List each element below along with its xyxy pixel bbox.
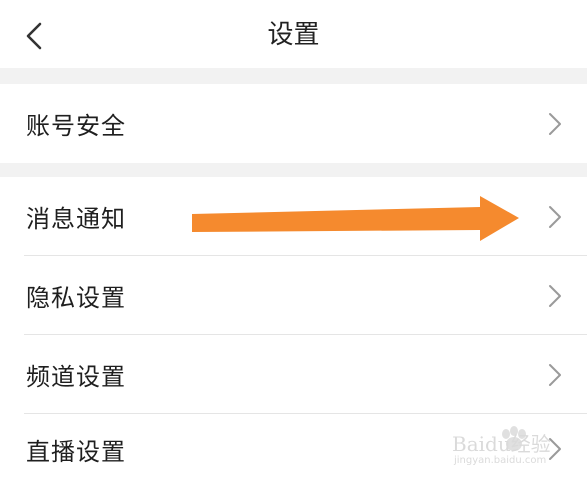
chevron-right-icon [549, 284, 561, 307]
chevron-right-icon [549, 363, 561, 386]
page-title: 设置 [267, 20, 320, 50]
settings-item-live[interactable]: 直播设置 [0, 414, 587, 484]
section-gap [0, 68, 587, 84]
chevron-right-icon [549, 438, 561, 460]
settings-item-label: 账号安全 [26, 112, 126, 140]
settings-item-label: 隐私设置 [26, 284, 126, 312]
section-gap [0, 163, 587, 177]
settings-item-label: 消息通知 [26, 205, 126, 233]
chevron-right-icon [549, 205, 561, 228]
settings-item-notifications[interactable]: 消息通知 [0, 177, 587, 256]
settings-item-privacy[interactable]: 隐私设置 [0, 256, 587, 335]
nav-header: 设置 [0, 0, 587, 68]
settings-item-label: 直播设置 [26, 437, 126, 466]
chevron-right-icon [549, 112, 561, 135]
settings-screen: 设置 账号安全 消息通知 隐私设置 频道设置 直播设置 Baidu经验 jing… [0, 0, 587, 484]
settings-item-account-security[interactable]: 账号安全 [0, 84, 587, 163]
settings-item-channel[interactable]: 频道设置 [0, 335, 587, 414]
chevron-left-icon [26, 22, 42, 50]
settings-item-label: 频道设置 [26, 363, 126, 391]
back-button[interactable] [14, 16, 54, 56]
